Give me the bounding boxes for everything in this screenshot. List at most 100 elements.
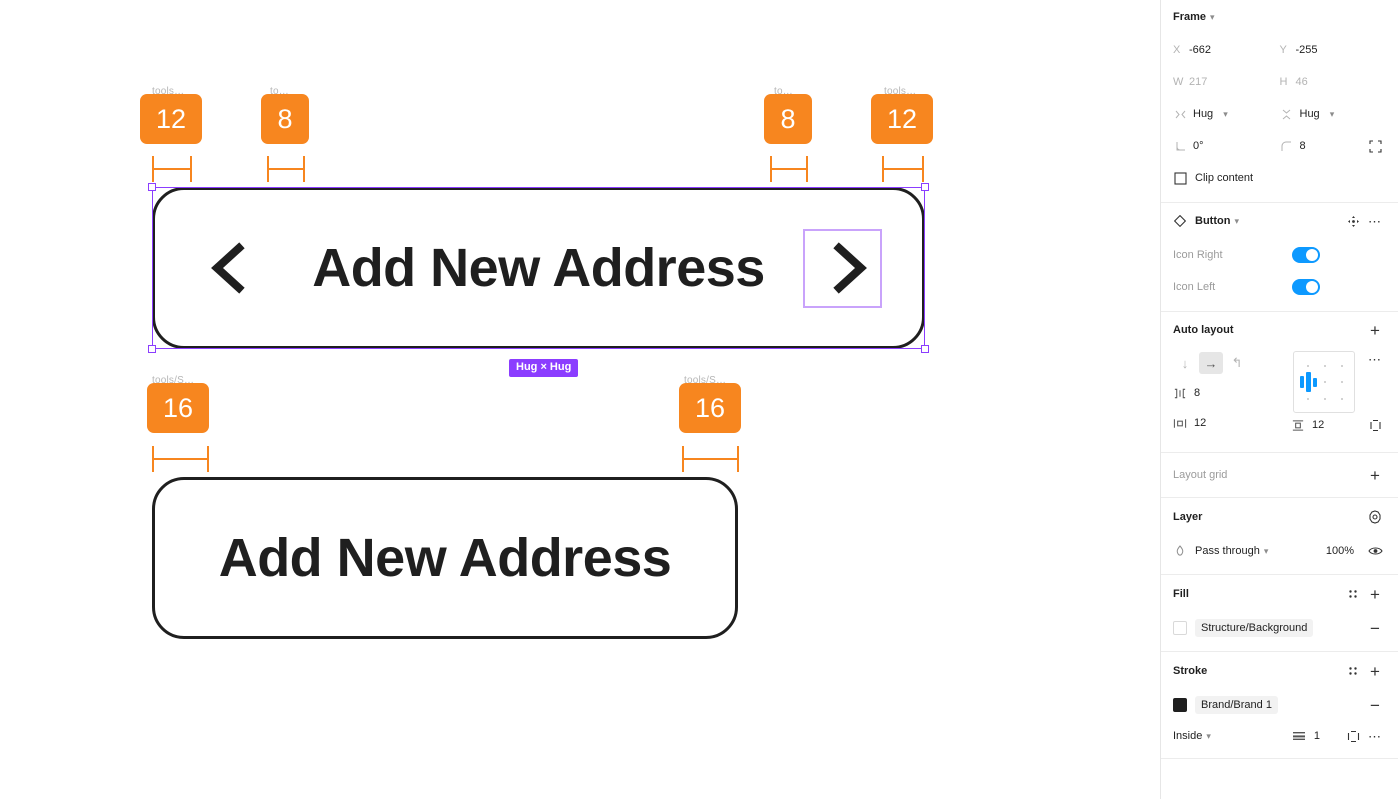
layout-grid-title: Layout grid bbox=[1173, 469, 1228, 481]
chevron-down-icon[interactable]: ▾ bbox=[1210, 12, 1215, 22]
fill-section: Fill + Structure/Background − bbox=[1161, 574, 1398, 651]
add-stroke-icon[interactable]: + bbox=[1364, 660, 1386, 682]
panel-bottom-divider bbox=[1161, 758, 1398, 759]
prop-icon-right-toggle[interactable] bbox=[1292, 247, 1320, 263]
spacing-measure-right-12 bbox=[882, 156, 924, 182]
prop-icon-left-toggle[interactable] bbox=[1292, 279, 1320, 295]
component-diamond-icon bbox=[1173, 214, 1187, 228]
layout-grid-section: Layout grid + bbox=[1161, 452, 1398, 497]
corner-radius-value: 8 bbox=[1299, 140, 1306, 152]
clip-content-row[interactable]: Clip content bbox=[1173, 162, 1386, 194]
auto-layout-title: Auto layout bbox=[1173, 324, 1234, 336]
stroke-section: Stroke + Brand/Brand 1 − Inside ▾ 1 ⋯ bbox=[1161, 651, 1398, 758]
spacing-badge-left-12[interactable]: 12 bbox=[140, 94, 202, 144]
resize-handle-top-left[interactable] bbox=[148, 183, 156, 191]
padding-horizontal-field[interactable]: 12 bbox=[1173, 408, 1291, 438]
layer-section: Layer Pass through ▾ 100% bbox=[1161, 497, 1398, 574]
w-value: 217 bbox=[1189, 76, 1208, 88]
spacing-measure-left-8 bbox=[267, 156, 305, 182]
auto-layout-alignment-grid[interactable] bbox=[1293, 351, 1355, 413]
padding-vertical-icon bbox=[1291, 418, 1305, 432]
y-field[interactable]: Y -255 bbox=[1280, 44, 1387, 56]
rotation-field[interactable]: 0° bbox=[1173, 139, 1280, 153]
stroke-align-value[interactable]: Inside bbox=[1173, 730, 1202, 742]
design-canvas[interactable]: tools… 12 to… 8 to… 8 tools… 12 Add New … bbox=[0, 0, 1148, 799]
horizontal-resize-icon bbox=[1173, 107, 1187, 121]
frame-section: Frame ▾ X -662 Y -255 W 217 H 46 Hug ▾ H… bbox=[1161, 0, 1398, 194]
component-section: Button ▾ ⋯ Icon Right Icon Left bbox=[1161, 202, 1398, 303]
independent-corners-icon[interactable] bbox=[1364, 135, 1386, 157]
resize-handle-bottom-left[interactable] bbox=[148, 345, 156, 353]
horizontal-resize-field[interactable]: Hug ▾ bbox=[1173, 107, 1280, 121]
fill-styles-icon[interactable] bbox=[1342, 583, 1364, 605]
fill-color-swatch[interactable] bbox=[1173, 621, 1187, 635]
rotation-value: 0° bbox=[1193, 140, 1204, 152]
chevron-left-icon[interactable] bbox=[207, 238, 251, 298]
stroke-color-swatch[interactable] bbox=[1173, 698, 1187, 712]
stroke-styles-icon[interactable] bbox=[1342, 660, 1364, 682]
resize-handle-bottom-right[interactable] bbox=[921, 345, 929, 353]
visibility-eye-icon[interactable] bbox=[1364, 540, 1386, 562]
spacing-badge-bottom-left-16[interactable]: 16 bbox=[147, 383, 209, 433]
resize-handle-top-right[interactable] bbox=[921, 183, 929, 191]
auto-layout-more-options-icon[interactable]: ⋯ bbox=[1364, 348, 1386, 370]
h-label: H bbox=[1279, 76, 1288, 88]
direction-horizontal-button[interactable]: → bbox=[1199, 352, 1223, 374]
padding-vertical-row: 12 bbox=[1291, 408, 1386, 442]
x-field[interactable]: X -662 bbox=[1173, 44, 1280, 56]
individual-padding-icon[interactable] bbox=[1364, 414, 1386, 436]
corner-radius-field[interactable]: 8 bbox=[1280, 139, 1361, 153]
chevron-right-icon[interactable] bbox=[826, 238, 870, 298]
clip-content-checkbox[interactable] bbox=[1173, 171, 1187, 185]
direction-wrap-button[interactable]: ↰ bbox=[1225, 352, 1249, 374]
fill-style-name[interactable]: Structure/Background bbox=[1195, 619, 1314, 637]
layout-grid-header: Layout grid + bbox=[1173, 453, 1386, 497]
padding-vertical-value: 12 bbox=[1312, 419, 1325, 431]
add-fill-icon[interactable]: + bbox=[1364, 583, 1386, 605]
height-field[interactable]: H 46 bbox=[1280, 76, 1387, 88]
stroke-weight-value[interactable]: 1 bbox=[1314, 730, 1320, 742]
blend-mode-icon bbox=[1173, 544, 1187, 558]
add-layout-grid-icon[interactable]: + bbox=[1364, 464, 1386, 486]
fill-title: Fill bbox=[1173, 588, 1189, 600]
chevron-down-icon[interactable]: ▾ bbox=[1264, 546, 1269, 556]
swap-instance-icon[interactable] bbox=[1342, 210, 1364, 232]
corner-radius-icon bbox=[1280, 139, 1294, 153]
add-auto-layout-icon[interactable]: + bbox=[1364, 319, 1386, 341]
primary-button-add-new-address[interactable]: Add New Address bbox=[152, 187, 925, 349]
layer-opacity-value[interactable]: 100% bbox=[1326, 545, 1354, 557]
stroke-style-name[interactable]: Brand/Brand 1 bbox=[1195, 696, 1278, 714]
component-more-options-icon[interactable]: ⋯ bbox=[1364, 210, 1386, 232]
position-row: X -662 Y -255 bbox=[1173, 34, 1386, 66]
prop-icon-right: Icon Right bbox=[1173, 239, 1386, 271]
spacing-badge-right-12[interactable]: 12 bbox=[871, 94, 933, 144]
gap-field[interactable]: 8 bbox=[1173, 378, 1291, 408]
y-value: -255 bbox=[1295, 44, 1318, 56]
align-bar-1 bbox=[1300, 376, 1304, 388]
stroke-weight-icon bbox=[1292, 729, 1306, 743]
rotation-radius-row: 0° 8 bbox=[1173, 130, 1386, 162]
vertical-resize-field[interactable]: Hug ▾ bbox=[1280, 107, 1387, 121]
frame-section-title: Frame bbox=[1173, 11, 1207, 23]
align-bar-3 bbox=[1313, 378, 1317, 387]
remove-stroke-icon[interactable]: − bbox=[1364, 694, 1386, 716]
width-field[interactable]: W 217 bbox=[1173, 76, 1280, 88]
individual-strokes-icon[interactable] bbox=[1342, 725, 1364, 747]
spacing-badge-right-8[interactable]: 8 bbox=[764, 94, 812, 144]
gap-icon bbox=[1173, 386, 1187, 400]
h-value: 46 bbox=[1295, 76, 1308, 88]
chevron-down-icon[interactable]: ▾ bbox=[1206, 731, 1211, 741]
chevron-down-icon[interactable]: ▾ bbox=[1223, 109, 1228, 119]
layer-settings-icon[interactable] bbox=[1364, 506, 1386, 528]
align-bar-2 bbox=[1306, 372, 1311, 392]
chevron-down-icon[interactable]: ▾ bbox=[1330, 109, 1335, 119]
spacing-measure-right-8 bbox=[770, 156, 808, 182]
direction-vertical-button[interactable]: ↓ bbox=[1173, 352, 1197, 374]
stroke-more-options-icon[interactable]: ⋯ bbox=[1364, 725, 1386, 747]
spacing-badge-left-8[interactable]: 8 bbox=[261, 94, 309, 144]
secondary-button-add-new-address[interactable]: Add New Address bbox=[152, 477, 738, 639]
remove-fill-icon[interactable]: − bbox=[1364, 617, 1386, 639]
stroke-align-row: Inside ▾ 1 ⋯ bbox=[1173, 720, 1386, 752]
spacing-badge-bottom-right-16[interactable]: 16 bbox=[679, 383, 741, 433]
chevron-down-icon[interactable]: ▾ bbox=[1234, 216, 1239, 226]
